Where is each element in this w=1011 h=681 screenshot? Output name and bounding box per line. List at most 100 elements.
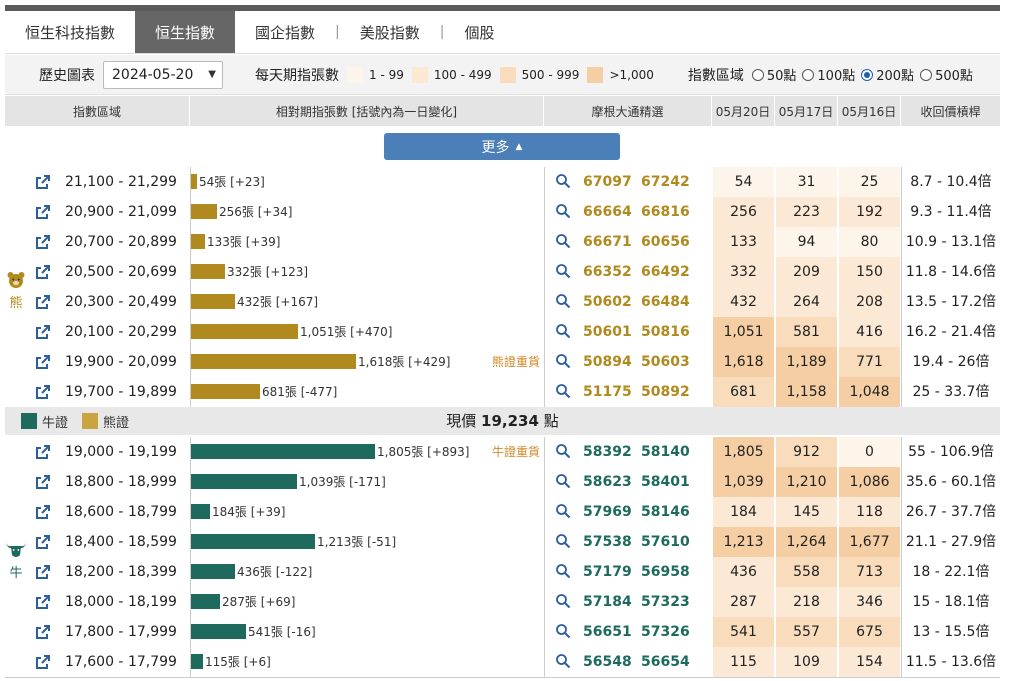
volume-bar [191,174,197,189]
tab-hsi[interactable]: 恒生指數 [135,11,236,53]
warrant-code-link[interactable]: 56654 [641,647,690,677]
volume-bar-cell: 436張 [-122] [190,557,544,587]
search-icon[interactable] [555,473,571,489]
warrant-code-link[interactable]: 50894 [583,347,632,377]
jpm-select-cell: 58392 58140 [544,437,712,467]
warrant-code-link[interactable]: 66484 [641,287,690,317]
tab-us-index[interactable]: 美股指數 [340,11,440,53]
warrant-code-link[interactable]: 57323 [641,587,690,617]
external-link-icon[interactable] [35,654,51,670]
price-separator: 牛證 熊證 現價 19,234 點 [5,407,1000,435]
search-icon[interactable] [555,503,571,519]
search-icon[interactable] [555,653,571,669]
warrant-code-link[interactable]: 58146 [641,497,690,527]
search-icon[interactable] [555,563,571,579]
search-icon[interactable] [555,593,571,609]
warrant-code-link[interactable]: 58623 [583,467,632,497]
warrant-code-link[interactable]: 66492 [641,257,690,287]
search-icon[interactable] [555,443,571,459]
jpm-select-cell: 66664 66816 [544,197,712,227]
radio-icon [861,68,874,81]
jpm-select-cell: 56651 57326 [544,617,712,647]
search-icon[interactable] [555,173,571,189]
warrant-code-link[interactable]: 50892 [641,377,690,407]
volume-bar-cell: 133張 [+39] [190,227,544,257]
search-icon[interactable] [555,323,571,339]
external-link-icon[interactable] [35,444,51,460]
volume-bar [191,624,246,639]
warrant-code-link[interactable]: 66664 [583,197,632,227]
date3-volume: 154 [838,647,900,677]
volume-bar [191,234,205,249]
search-icon[interactable] [555,533,571,549]
external-link-icon[interactable] [35,294,51,310]
range-cell: 20,700 - 20,899 [65,234,177,250]
warrant-code-link[interactable]: 67097 [583,167,632,197]
range-radio[interactable]: 50點 [751,65,796,84]
range-radio[interactable]: 100點 [802,65,855,84]
warrant-code-link[interactable]: 56548 [583,647,632,677]
warrant-code-link[interactable]: 57610 [641,527,690,557]
external-link-icon[interactable] [35,594,51,610]
external-link-icon[interactable] [35,354,51,370]
warrant-code-link[interactable]: 66816 [641,197,690,227]
warrant-code-link[interactable]: 58401 [641,467,690,497]
external-link-icon[interactable] [35,384,51,400]
warrant-code-link[interactable]: 57184 [583,587,632,617]
external-link-icon[interactable] [35,234,51,250]
bear-icon [7,272,25,288]
warrant-code-link[interactable]: 66671 [583,227,632,257]
warrant-code-link[interactable]: 66352 [583,257,632,287]
warrant-code-link[interactable]: 58140 [641,437,690,467]
warrant-code-link[interactable]: 60656 [641,227,690,257]
external-link-icon[interactable] [35,474,51,490]
warrant-code-link[interactable]: 57179 [583,557,632,587]
jpm-select-cell: 57969 58146 [544,497,712,527]
volume-bar-cell: 1,039張 [-171] [190,467,544,497]
external-link-icon[interactable] [35,564,51,580]
tab-stocks[interactable]: 個股 [445,11,515,53]
warrant-code-link[interactable]: 56651 [583,617,632,647]
warrant-code-link[interactable]: 57538 [583,527,632,557]
external-link-icon[interactable] [35,324,51,340]
date-value: 2024-05-20 [112,66,194,83]
search-icon[interactable] [555,203,571,219]
date-select[interactable]: 2024-05-20 ▼ [103,60,223,89]
warrant-code-link[interactable]: 50816 [641,317,690,347]
warrant-code-link[interactable]: 57969 [583,497,632,527]
date2-volume: 912 [775,437,837,467]
external-link-icon[interactable] [35,504,51,520]
range-radio[interactable]: 200點 [861,65,914,84]
warrant-code-link[interactable]: 50601 [583,317,632,347]
search-icon[interactable] [555,383,571,399]
search-icon[interactable] [555,623,571,639]
warrant-code-link[interactable]: 51175 [583,377,632,407]
more-button[interactable]: 更多 ▲ [384,133,620,160]
search-icon[interactable] [555,353,571,369]
external-link-icon[interactable] [35,264,51,280]
tab-hstech[interactable]: 恒生科技指數 [5,11,135,53]
warrant-code-link[interactable]: 57326 [641,617,690,647]
external-link-icon[interactable] [35,204,51,220]
tab-hscei[interactable]: 國企指數 [235,11,335,53]
range-cell: 17,800 - 17,999 [65,624,177,640]
search-icon[interactable] [555,293,571,309]
table-row: 19,700 - 19,899 681張 [-477] 51175 50892 681 1… [5,377,1000,407]
legend-title: 每天期指張數 [255,67,339,84]
warrant-code-link[interactable]: 56958 [641,557,690,587]
range-radio[interactable]: 500點 [920,65,973,84]
date3-volume: 80 [838,227,900,257]
table-row: 20,700 - 20,899 133張 [+39] 66671 60656 133 94… [5,227,1000,257]
external-link-icon[interactable] [35,624,51,640]
warrant-code-link[interactable]: 58392 [583,437,632,467]
search-icon[interactable] [555,233,571,249]
external-link-icon[interactable] [35,534,51,550]
table-row: 18,400 - 18,599 1,213張 [-51] 57538 57610 1,2… [5,527,1000,557]
warrant-code-link[interactable]: 50602 [583,287,632,317]
table-row: 20,100 - 20,299 1,051張 [+470] 50601 50816 1,… [5,317,1000,347]
warrant-code-link[interactable]: 67242 [641,167,690,197]
search-icon[interactable] [555,263,571,279]
external-link-icon[interactable] [35,174,51,190]
date1-volume: 256 [712,197,774,227]
warrant-code-link[interactable]: 50603 [641,347,690,377]
